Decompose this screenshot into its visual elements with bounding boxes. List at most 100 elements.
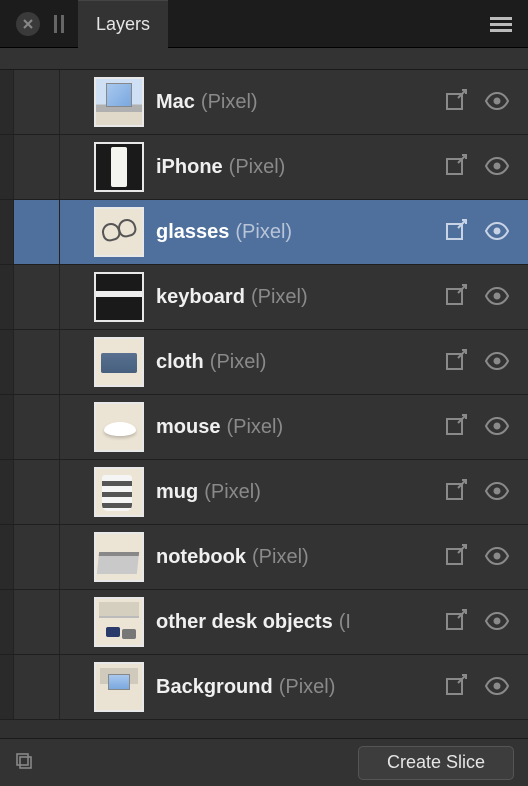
layer-label[interactable]: cloth (Pixel) [156,351,444,374]
row-expand-gutter[interactable] [14,200,60,264]
layer-row[interactable]: other desk objects (I [0,590,528,655]
layer-name: mug [156,481,198,504]
layer-label[interactable]: keyboard (Pixel) [156,286,444,309]
layer-row[interactable]: glasses (Pixel) [0,200,528,265]
layer-thumbnail[interactable] [94,662,144,712]
layer-row[interactable]: cloth (Pixel) [0,330,528,395]
tab-layers[interactable]: Layers [78,0,168,48]
layer-name: iPhone [156,156,223,179]
layer-type: (Pixel) [201,91,258,114]
layer-type: (Pixel) [210,351,267,374]
export-slice-icon[interactable] [444,88,470,117]
panel-footer: Create Slice [0,738,528,786]
layers-list: Mac (Pixel) iPhone (Pixel) glasses (Pixe… [0,70,528,738]
visibility-toggle-icon[interactable] [484,482,510,503]
row-expand-gutter[interactable] [14,590,60,654]
layer-thumbnail[interactable] [94,532,144,582]
layer-actions [444,348,528,377]
layer-thumbnail[interactable] [94,207,144,257]
layer-actions [444,283,528,312]
export-slice-icon[interactable] [444,543,470,572]
row-expand-gutter[interactable] [14,395,60,459]
layer-label[interactable]: iPhone (Pixel) [156,156,444,179]
layer-row[interactable]: Background (Pixel) [0,655,528,720]
layer-thumbnail[interactable] [94,402,144,452]
stack-icon [14,751,34,771]
row-expand-gutter[interactable] [14,135,60,199]
create-slice-button[interactable]: Create Slice [358,746,514,780]
row-indent [60,265,94,329]
export-slice-icon[interactable] [444,608,470,637]
layer-label[interactable]: notebook (Pixel) [156,546,444,569]
layer-row[interactable]: mouse (Pixel) [0,395,528,460]
layer-label[interactable]: Mac (Pixel) [156,91,444,114]
export-slice-icon[interactable] [444,283,470,312]
layer-row[interactable]: keyboard (Pixel) [0,265,528,330]
layer-name: Mac [156,91,195,114]
layer-thumbnail[interactable] [94,272,144,322]
layer-label[interactable]: other desk objects (I [156,611,444,634]
row-indent [60,460,94,524]
layer-row[interactable]: Mac (Pixel) [0,70,528,135]
visibility-toggle-icon[interactable] [484,417,510,438]
layer-label[interactable]: Background (Pixel) [156,676,444,699]
visibility-toggle-icon[interactable] [484,677,510,698]
dock-panel-button[interactable] [54,15,64,33]
layer-name: Background [156,676,273,699]
layer-thumbnail[interactable] [94,337,144,387]
layer-type: (Pixel) [251,286,308,309]
row-gutter [0,70,14,134]
row-expand-gutter[interactable] [14,265,60,329]
close-icon [22,18,34,30]
row-expand-gutter[interactable] [14,525,60,589]
create-slice-label: Create Slice [387,752,485,773]
layer-type: (Pixel) [226,416,283,439]
row-indent [60,525,94,589]
row-indent [60,330,94,394]
visibility-toggle-icon[interactable] [484,222,510,243]
visibility-toggle-icon[interactable] [484,287,510,308]
layer-thumbnail[interactable] [94,142,144,192]
layer-label[interactable]: mug (Pixel) [156,481,444,504]
layer-type: (Pixel) [235,221,292,244]
layer-actions [444,153,528,182]
export-slice-icon[interactable] [444,218,470,247]
pause-bar-icon [54,15,57,33]
row-expand-gutter[interactable] [14,330,60,394]
visibility-toggle-icon[interactable] [484,92,510,113]
visibility-toggle-icon[interactable] [484,612,510,633]
menu-icon [490,23,512,26]
layer-actions [444,543,528,572]
row-expand-gutter[interactable] [14,460,60,524]
export-slice-icon[interactable] [444,348,470,377]
panel-menu-button[interactable] [490,14,512,35]
row-indent [60,590,94,654]
export-slice-icon[interactable] [444,478,470,507]
layer-name: keyboard [156,286,245,309]
layer-thumbnail[interactable] [94,597,144,647]
layer-thumbnail[interactable] [94,77,144,127]
layer-thumbnail[interactable] [94,467,144,517]
layer-type: (Pixel) [204,481,261,504]
close-panel-button[interactable] [16,12,40,36]
layer-label[interactable]: glasses (Pixel) [156,221,444,244]
export-slice-icon[interactable] [444,413,470,442]
visibility-toggle-icon[interactable] [484,547,510,568]
row-expand-gutter[interactable] [14,655,60,719]
visibility-toggle-icon[interactable] [484,157,510,178]
layer-row[interactable]: iPhone (Pixel) [0,135,528,200]
row-expand-gutter[interactable] [14,70,60,134]
visibility-toggle-icon[interactable] [484,352,510,373]
layers-stack-button[interactable] [14,751,34,774]
layer-type: (I [339,611,351,634]
panel-header: Layers [0,0,528,48]
export-slice-icon[interactable] [444,673,470,702]
row-gutter [0,655,14,719]
row-gutter [0,265,14,329]
layer-label[interactable]: mouse (Pixel) [156,416,444,439]
layer-row[interactable]: notebook (Pixel) [0,525,528,590]
layer-name: mouse [156,416,220,439]
layer-row[interactable]: mug (Pixel) [0,460,528,525]
export-slice-icon[interactable] [444,153,470,182]
layer-name: cloth [156,351,204,374]
